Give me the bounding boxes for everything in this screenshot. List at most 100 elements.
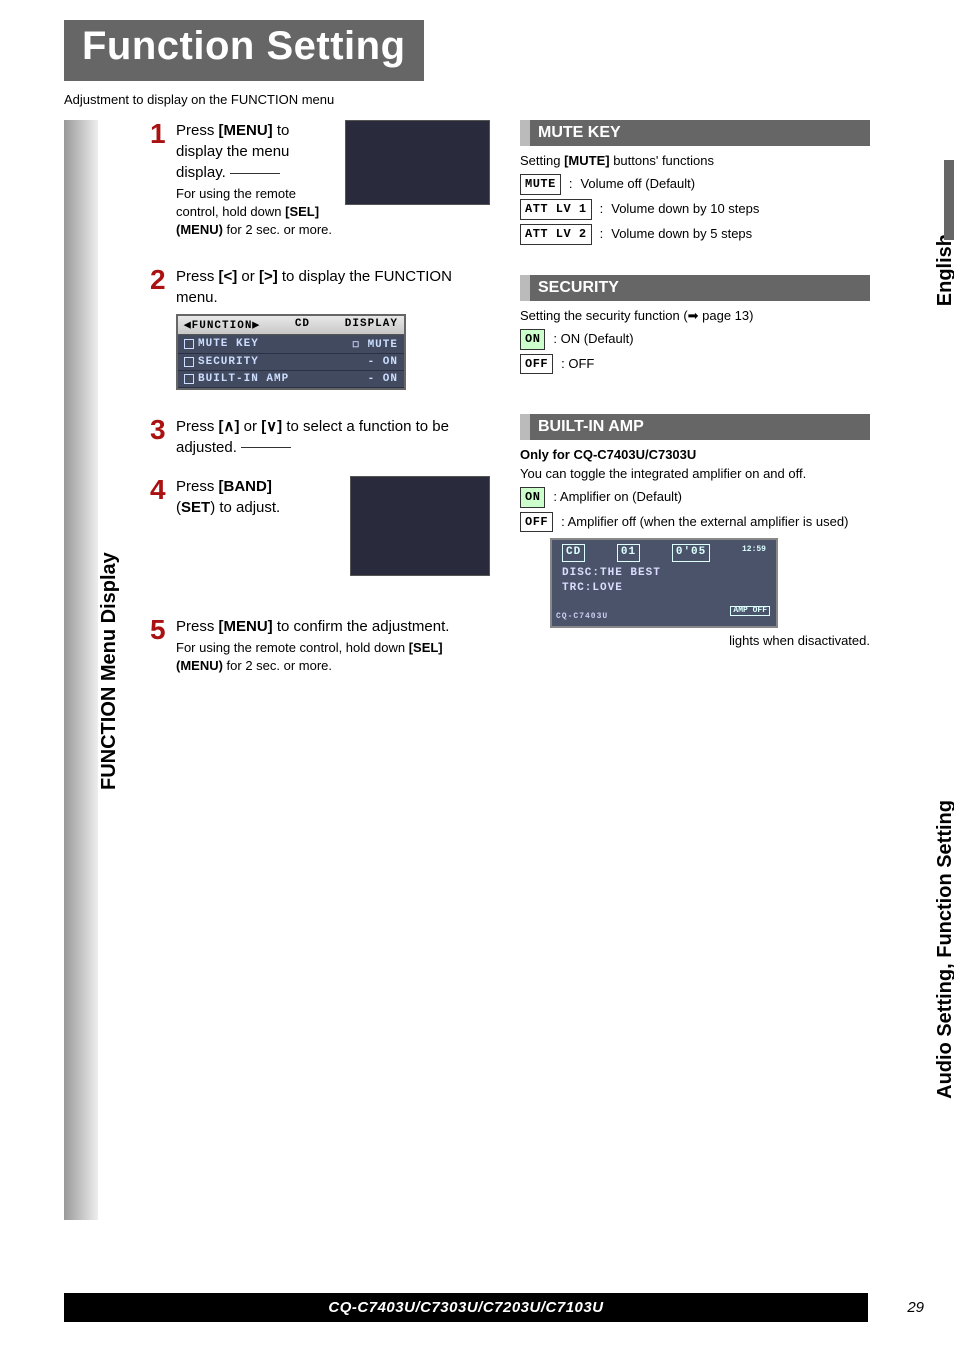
left-column: 1 Press [MENU] to display the menu displ… — [150, 120, 490, 693]
ft-hdr-l: ◀FUNCTION▶ — [184, 318, 260, 332]
att-lv2-icon: ATT LV 2 — [520, 224, 592, 245]
step-1: 1 Press [MENU] to display the menu displ… — [150, 120, 490, 240]
amp-only: Only for CQ-C7403U/C7303U — [520, 447, 696, 462]
step-5-number: 5 — [150, 614, 166, 646]
footer: CQ-C7403U/C7303U/C7203U/C7103U 29 — [64, 1293, 924, 1322]
t: for 2 sec. or more. — [223, 658, 332, 673]
mute-option-1: MUTE : Volume off (Default) — [520, 174, 870, 195]
page-title: Function Setting — [64, 20, 424, 81]
step-4-image — [350, 476, 490, 576]
mute-intro: Setting [MUTE] buttons' functions — [520, 152, 870, 170]
t: [MUTE] — [564, 153, 610, 168]
step-1-image — [345, 120, 490, 205]
step-2-text: Press [<] or [>] to display the FUNCTION… — [176, 266, 490, 308]
vertical-label-english: English — [934, 234, 954, 306]
step-4-number: 4 — [150, 474, 166, 506]
t: [BAND] — [219, 478, 272, 495]
footer-model: CQ-C7403U/C7303U/C7203U/C7103U — [64, 1293, 868, 1322]
ft-r3-l: BUILT-IN AMP — [198, 373, 289, 385]
step-3-number: 3 — [150, 414, 166, 446]
step-3: 3 Press [∧] or [∨] to select a function … — [150, 416, 490, 458]
t: Press — [176, 268, 219, 285]
t: [MENU] — [219, 618, 273, 635]
t: Volume down by 10 steps — [611, 200, 759, 218]
step-2-number: 2 — [150, 264, 166, 296]
t: : Amplifier on (Default) — [553, 488, 682, 506]
ft-r2-l: SECURITY — [198, 356, 259, 368]
function-menu-table: ◀FUNCTION▶ CD DISPLAY MUTE KEY ☐ MUTE SE… — [176, 314, 406, 390]
amp-caption: lights when disactivated. — [520, 632, 870, 650]
lcd-trc: TRC:LOVE — [562, 581, 766, 596]
lcd-product: CQ-C7403U — [556, 611, 608, 622]
ft-r2-r: - ON — [368, 356, 398, 368]
ft-hdr-m: CD — [295, 318, 310, 332]
t: Volume down by 5 steps — [611, 225, 752, 243]
t: Volume off (Default) — [580, 175, 695, 193]
t: Press — [176, 618, 219, 635]
step-1-sub: For using the remote control, hold down … — [176, 185, 336, 240]
lcd-amp-off-icon: AMP OFF — [730, 606, 770, 617]
lcd-clock: 12:59 — [742, 544, 766, 561]
step-1-number: 1 — [150, 118, 166, 150]
security-off: OFF : OFF — [520, 354, 870, 375]
page-subtitle: Adjustment to display on the FUNCTION me… — [64, 92, 334, 107]
ft-r3-r: - ON — [368, 373, 398, 385]
step-4: 4 Press [BAND] (SET) to adjust. — [150, 476, 490, 576]
step-5: 5 Press [MENU] to confirm the adjustment… — [150, 616, 490, 675]
on-icon: ON — [520, 329, 545, 350]
mute-option-3: ATT LV 2 : Volume down by 5 steps — [520, 224, 870, 245]
t: For using the remote control, hold down — [176, 640, 409, 655]
t: for 2 sec. or more. — [223, 222, 332, 237]
t: Press — [176, 478, 219, 495]
section-mute-body: Setting [MUTE] buttons' functions MUTE :… — [520, 152, 870, 245]
vertical-label-section: Audio Setting, Function Setting — [934, 800, 954, 1099]
security-intro: Setting the security function (➡ page 13… — [520, 307, 870, 325]
amp-on: ON : Amplifier on (Default) — [520, 487, 870, 508]
t: or — [240, 418, 262, 435]
t: buttons' functions — [610, 153, 714, 168]
t: [>] — [259, 268, 278, 285]
amp-off: OFF : Amplifier off (when the external a… — [520, 512, 870, 533]
english-tab-marker — [944, 160, 954, 240]
att-lv1-icon: ATT LV 1 — [520, 199, 592, 220]
t: : ON (Default) — [553, 330, 633, 348]
lcd-disc: DISC:THE BEST — [562, 566, 766, 581]
ft-r1-r: ☐ MUTE — [352, 337, 398, 351]
ft-r1-l: MUTE KEY — [198, 338, 259, 350]
t: [MENU] — [219, 122, 273, 139]
vertical-label-left: FUNCTION Menu Display — [98, 552, 121, 790]
t: : OFF — [561, 355, 594, 373]
mute-option-2: ATT LV 1 : Volume down by 10 steps — [520, 199, 870, 220]
t: Press — [176, 122, 219, 139]
lcd-cd: CD — [562, 544, 585, 561]
section-amp-header: BUILT-IN AMP — [520, 414, 870, 440]
t: Setting — [520, 153, 564, 168]
lcd-display: CD 01 0'05 12:59 DISC:THE BEST TRC:LOVE … — [550, 538, 778, 628]
t: For using the remote control, hold down — [176, 186, 296, 219]
section-amp-body: Only for CQ-C7403U/C7303U You can toggle… — [520, 446, 870, 650]
amp-intro: You can toggle the integrated amplifier … — [520, 465, 870, 483]
security-on: ON : ON (Default) — [520, 329, 870, 350]
t: [∨] — [261, 418, 282, 435]
footer-page: 29 — [884, 1299, 924, 1316]
step-4-text: Press [BAND] (SET) to adjust. — [176, 476, 326, 518]
step-3-text: Press [∧] or [∨] to select a function to… — [176, 416, 490, 458]
step-5-text: Press [MENU] to confirm the adjustment. — [176, 616, 490, 637]
t: [<] — [219, 268, 238, 285]
off-icon: OFF — [520, 512, 553, 533]
t: [∧] — [219, 418, 240, 435]
section-mute-header: MUTE KEY — [520, 120, 870, 146]
ft-hdr-r: DISPLAY — [345, 318, 398, 332]
off-icon: OFF — [520, 354, 553, 375]
section-security-header: SECURITY — [520, 275, 870, 301]
gradient-bar — [64, 120, 98, 1220]
lcd-time: 0'05 — [672, 544, 710, 561]
mute-icon: MUTE — [520, 174, 561, 195]
step-2: 2 Press [<] or [>] to display the FUNCTI… — [150, 266, 490, 390]
step-5-sub: For using the remote control, hold down … — [176, 639, 490, 675]
t: ) to adjust. — [210, 499, 280, 516]
section-security-body: Setting the security function (➡ page 13… — [520, 307, 870, 375]
callout-line — [241, 447, 291, 448]
callout-line — [230, 173, 280, 174]
t: or — [237, 268, 259, 285]
